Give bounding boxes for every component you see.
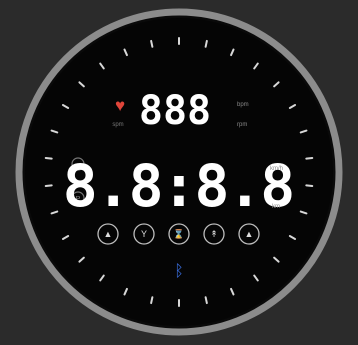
top-readout: 888 <box>139 88 211 134</box>
tick-mark <box>204 39 208 48</box>
spm-label: spm <box>112 122 123 128</box>
tick-mark <box>305 184 314 188</box>
timer-icon: ⌛ <box>173 228 184 239</box>
tick-mark <box>44 156 53 160</box>
speed-up-icon: ▲ <box>104 229 113 239</box>
bpm-unit: bpm <box>237 102 249 108</box>
upload-icon: ▲ <box>245 229 254 239</box>
tick-mark <box>150 296 154 305</box>
main-readout: 8.8:8.8 <box>63 152 293 220</box>
grade-icon: Y <box>141 229 147 239</box>
treadmill-console: ♥ spm 888 bpm rpm m P 8.8:8.8 km/h km ▲ Y… <box>0 0 358 345</box>
tick-mark <box>44 184 53 188</box>
kmh-unit: km/h <box>270 166 283 172</box>
heart-icon: ♥ <box>115 96 125 115</box>
bluetooth-icon: ᛒ <box>174 263 184 280</box>
tick-mark <box>305 156 314 160</box>
rpm-unit: rpm <box>237 122 247 128</box>
km-unit: km <box>272 204 280 210</box>
person-icon: ↟ <box>210 229 218 239</box>
tick-mark <box>204 296 208 305</box>
tick-mark <box>150 39 154 48</box>
